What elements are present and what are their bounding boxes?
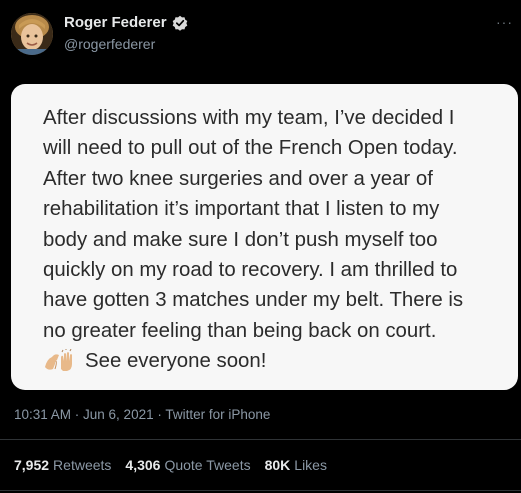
statement-line: will need to pull out of the French Open… — [43, 137, 458, 160]
tweet-timestamp[interactable]: 10:31 AM · Jun 6, 2021 · Twitter for iPh… — [14, 407, 270, 422]
quote-tweets-label: Quote Tweets — [164, 457, 251, 473]
likes-count: 80K — [264, 457, 291, 473]
statement-image[interactable]: After discussions with my team, I’ve dec… — [11, 84, 518, 390]
quote-tweets-stat[interactable]: 4,306 Quote Tweets — [125, 457, 250, 473]
closing-line: See everyone soon! — [43, 346, 488, 376]
closing-text: See everyone soon! — [85, 350, 267, 373]
author-name-row: Roger Federer — [64, 14, 188, 31]
retweets-stat[interactable]: 7,952 Retweets — [14, 457, 111, 473]
verified-badge-icon — [172, 15, 188, 31]
likes-stat[interactable]: 80K Likes — [265, 457, 327, 473]
statement-line: have gotten 3 matches under my belt. The… — [43, 289, 464, 312]
divider — [0, 490, 521, 491]
tweet-stats: 7,952 Retweets 4,306 Quote Tweets 80K Li… — [14, 457, 327, 473]
statement-line: rehabilitation it’s important that I lis… — [43, 198, 440, 221]
avatar[interactable] — [11, 13, 53, 55]
divider — [0, 439, 521, 440]
likes-label: Likes — [294, 457, 327, 473]
statement-line: After discussions with my team, I’ve dec… — [43, 107, 455, 129]
quote-tweets-count: 4,306 — [125, 457, 161, 473]
flexed-biceps-icon — [43, 348, 77, 373]
more-options-icon[interactable]: ··· — [496, 14, 513, 30]
statement-line: no greater feeling than being back on co… — [43, 319, 437, 342]
display-name[interactable]: Roger Federer — [64, 14, 167, 31]
retweets-label: Retweets — [53, 457, 112, 473]
retweets-count: 7,952 — [14, 457, 50, 473]
statement-text: After discussions with my team, I’ve dec… — [43, 103, 488, 377]
handle[interactable]: @rogerfederer — [64, 36, 155, 52]
tweet-header: Roger Federer @rogerfederer ··· — [0, 0, 521, 70]
statement-line: quickly on my road to recovery. I am thr… — [43, 259, 458, 282]
statement-line: body and make sure I don’t push myself t… — [43, 228, 438, 251]
statement-line: After two knee surgeries and over a year… — [43, 167, 433, 190]
